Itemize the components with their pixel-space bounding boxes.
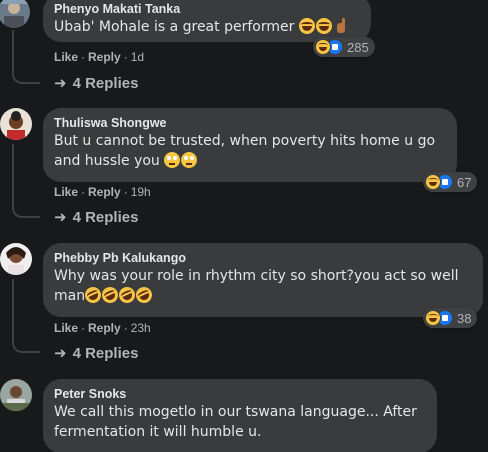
comment-timestamp[interactable]: 1d <box>131 50 144 64</box>
reply-link[interactable]: Reply <box>88 185 121 199</box>
laughing-emoji-icon <box>298 18 315 34</box>
comment-author[interactable]: Phenyo Makati Tanka <box>54 1 359 17</box>
comment-actions: Like · Reply · 19h <box>54 184 151 200</box>
haha-reaction-icon <box>315 39 331 55</box>
separator: · <box>123 185 128 199</box>
replies-label: 4 Replies <box>72 209 139 226</box>
view-replies-button[interactable]: ➜ 4 Replies <box>54 208 138 228</box>
separator: · <box>123 50 128 64</box>
comment-timestamp[interactable]: 19h <box>131 185 151 199</box>
haha-reaction-icon <box>425 310 441 326</box>
comment-text-line: We call this mogetlo in our tswana langu… <box>54 404 417 420</box>
separator: · <box>81 185 86 199</box>
comment-author[interactable]: Peter Snoks <box>54 386 425 402</box>
comment-bubble: Thuliswa Shongwe But u cannot be trusted… <box>43 108 457 182</box>
pinching-hand-emoji-icon <box>333 18 349 34</box>
reaction-summary[interactable]: 285 <box>313 37 375 57</box>
comment-text-content: Ubab' Mohale is a great performer <box>54 19 295 35</box>
thread-line <box>12 279 14 343</box>
comment-actions: Like · Reply · 1d <box>54 49 144 65</box>
comment-thread: Phenyo Makati Tanka Ubab' Mohale is a gr… <box>0 0 488 452</box>
separator: · <box>81 321 86 335</box>
rolling-laughing-emoji-icon <box>82 284 104 306</box>
comment-text: Ubab' Mohale is a great performer <box>54 17 359 37</box>
reaction-count: 38 <box>457 310 472 326</box>
comment-text-line: man <box>54 288 86 304</box>
reply-connector <box>12 202 40 218</box>
reply-link[interactable]: Reply <box>88 50 121 64</box>
separator: · <box>81 50 86 64</box>
comment-text-line: and hussle you <box>54 153 160 169</box>
view-replies-button[interactable]: ➜ 4 Replies <box>54 74 138 94</box>
reply-link[interactable]: Reply <box>88 321 121 335</box>
comment-actions: Like · Reply · 23h <box>54 320 151 336</box>
comment-bubble: Peter Snoks We call this mogetlo in our … <box>43 379 437 452</box>
comment-bubble: Phenyo Makati Tanka Ubab' Mohale is a gr… <box>43 0 371 42</box>
avatar[interactable] <box>0 0 30 28</box>
reaction-count: 67 <box>457 174 472 190</box>
eye-roll-emoji-icon <box>164 152 181 168</box>
reaction-summary[interactable]: 67 <box>423 172 478 192</box>
eye-roll-emoji-icon <box>181 152 198 168</box>
comment-text: and hussle you <box>54 151 445 171</box>
haha-reaction-icon <box>425 174 441 190</box>
reaction-summary[interactable]: 38 <box>423 308 478 328</box>
like-link[interactable]: Like <box>54 185 78 199</box>
reaction-count: 285 <box>347 39 369 55</box>
thread-line <box>12 30 14 70</box>
reply-connector <box>12 68 40 84</box>
rolling-laughing-emoji-icon <box>116 284 138 306</box>
replies-label: 4 Replies <box>72 345 139 362</box>
comment-timestamp[interactable]: 23h <box>131 321 151 335</box>
like-link[interactable]: Like <box>54 50 78 64</box>
avatar[interactable] <box>0 243 32 275</box>
comment-text-line: But u cannot be trusted, when poverty hi… <box>54 133 436 149</box>
thread-line <box>12 144 14 208</box>
avatar[interactable] <box>0 379 32 411</box>
reply-connector <box>12 337 40 353</box>
avatar[interactable] <box>0 108 32 140</box>
comment-text-line: Why was your role in rhythm city so shor… <box>54 268 459 284</box>
view-replies-button[interactable]: ➜ 4 Replies <box>54 344 138 364</box>
replies-label: 4 Replies <box>72 75 139 92</box>
reply-arrow-icon: ➜ <box>54 209 67 226</box>
laughing-emoji-icon <box>315 18 332 34</box>
rolling-laughing-emoji-icon <box>133 284 155 306</box>
comment-text-line: fermentation it will humble u. <box>54 424 262 440</box>
like-link[interactable]: Like <box>54 321 78 335</box>
comment-bubble: Phebby Pb Kalukango Why was your role in… <box>43 243 483 317</box>
rolling-laughing-emoji-icon <box>99 284 121 306</box>
comment-author[interactable]: Thuliswa Shongwe <box>54 115 445 131</box>
comment-text: man <box>54 284 471 306</box>
reply-arrow-icon: ➜ <box>54 75 67 92</box>
comment-author[interactable]: Phebby Pb Kalukango <box>54 250 471 266</box>
separator: · <box>123 321 128 335</box>
reply-arrow-icon: ➜ <box>54 345 67 362</box>
